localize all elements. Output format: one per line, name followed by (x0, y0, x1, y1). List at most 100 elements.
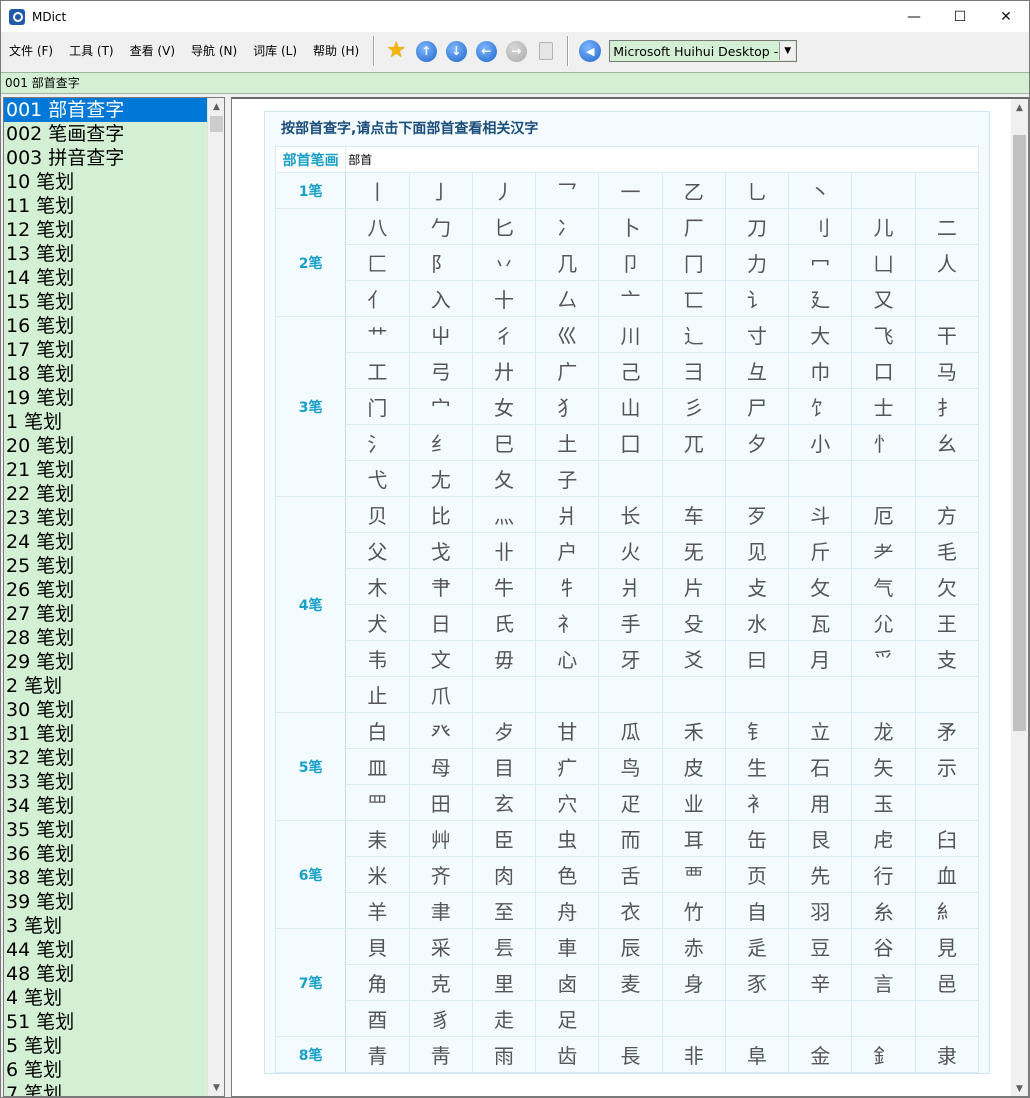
radical-cell[interactable]: 卜 (598, 208, 663, 245)
list-item[interactable]: 001 部首查字 (4, 98, 224, 122)
radical-cell[interactable]: 青 (345, 1036, 410, 1073)
radical-cell[interactable]: 里 (471, 964, 537, 1001)
radical-cell[interactable]: 見 (914, 928, 980, 965)
list-item[interactable]: 002 笔画查字 (4, 122, 224, 146)
radical-cell[interactable]: 马 (914, 352, 980, 389)
minimize-button[interactable]: — (891, 1, 937, 32)
radical-cell[interactable]: 爪 (408, 676, 473, 713)
forward-button[interactable]: → (505, 40, 527, 62)
radical-cell[interactable]: 赤 (661, 928, 726, 965)
radical-cell[interactable]: 瓦 (788, 604, 853, 641)
radical-cell[interactable]: 尣 (851, 604, 916, 641)
menu-view[interactable]: 查看 (V) (122, 40, 183, 62)
radical-cell[interactable]: 生 (724, 748, 790, 785)
radical-cell[interactable]: 卤 (535, 964, 600, 1001)
radical-cell[interactable]: 廾 (471, 352, 537, 389)
content-scrollbar[interactable]: ▲ ▼ (1011, 99, 1028, 1096)
radical-cell[interactable]: 贝 (345, 496, 410, 533)
radical-cell[interactable]: 耒 (345, 820, 410, 857)
radical-cell[interactable]: 角 (345, 964, 410, 1001)
radical-cell[interactable]: 先 (788, 856, 853, 893)
radical-cell[interactable]: 貝 (345, 928, 410, 965)
clipboard-button[interactable] (535, 40, 557, 62)
radical-cell[interactable]: 癶 (408, 712, 473, 749)
list-item[interactable]: 23 笔划 (4, 506, 224, 530)
radical-cell[interactable]: 石 (788, 748, 853, 785)
scroll-up-icon[interactable]: ▲ (1011, 99, 1028, 116)
radical-cell[interactable]: 艹 (345, 316, 410, 353)
radical-cell[interactable]: 矢 (851, 748, 916, 785)
radical-cell[interactable]: 覀 (661, 856, 726, 893)
radical-cell[interactable]: 几 (535, 244, 600, 281)
list-item[interactable]: 24 笔划 (4, 530, 224, 554)
radical-cell[interactable]: 刂 (788, 208, 853, 245)
radical-cell[interactable]: 止 (345, 676, 410, 713)
word-list-scrollbar[interactable]: ▲ ▼ (207, 98, 224, 1096)
radical-cell[interactable]: 艸 (408, 820, 473, 857)
radical-cell[interactable]: 雨 (471, 1036, 537, 1073)
radical-cell[interactable]: 歺 (471, 712, 537, 749)
radical-cell[interactable]: 凵 (851, 244, 916, 281)
radical-cell[interactable]: 衣 (598, 892, 663, 929)
menu-help[interactable]: 帮助 (H) (305, 40, 367, 62)
radical-cell[interactable]: 寸 (724, 316, 790, 353)
list-item[interactable]: 36 笔划 (4, 842, 224, 866)
radical-cell[interactable]: 臼 (914, 820, 980, 857)
radical-cell[interactable]: 克 (408, 964, 473, 1001)
list-item[interactable]: 20 笔划 (4, 434, 224, 458)
radical-cell[interactable]: 宀 (408, 388, 473, 425)
radical-cell[interactable]: 舟 (535, 892, 600, 929)
radical-cell[interactable]: 身 (661, 964, 726, 1001)
radical-cell[interactable]: 穴 (535, 784, 600, 821)
radical-cell[interactable]: 儿 (851, 208, 916, 245)
list-item[interactable]: 16 笔划 (4, 314, 224, 338)
radical-cell[interactable]: 用 (788, 784, 853, 821)
radical-cell[interactable]: 刀 (724, 208, 790, 245)
word-list[interactable]: 001 部首查字 002 笔画查字 003 拼音查字 10 笔划 11 笔划 12 笔划 1… (3, 97, 225, 1097)
radical-cell[interactable]: 干 (914, 316, 980, 353)
radical-cell[interactable]: 斗 (788, 496, 853, 533)
radical-cell[interactable]: 自 (724, 892, 790, 929)
close-button[interactable]: ✕ (983, 1, 1029, 32)
down-button[interactable]: ↓ (445, 40, 467, 62)
radical-cell[interactable]: 川 (598, 316, 663, 353)
radical-cell[interactable]: 瓜 (598, 712, 663, 749)
radical-cell[interactable]: 虍 (851, 820, 916, 857)
radical-cell[interactable]: 亠 (598, 280, 663, 317)
radical-cell[interactable]: 讠 (724, 280, 790, 317)
radical-cell[interactable]: 羊 (345, 892, 410, 929)
radical-cell[interactable]: 靑 (408, 1036, 473, 1073)
radical-cell[interactable]: 至 (471, 892, 537, 929)
list-item[interactable]: 22 笔划 (4, 482, 224, 506)
radical-cell[interactable]: 廴 (788, 280, 853, 317)
radical-cell[interactable]: 山 (598, 388, 663, 425)
radical-cell[interactable]: 舌 (598, 856, 663, 893)
radical-cell[interactable]: 丿 (471, 172, 537, 209)
radical-cell[interactable]: 爿 (598, 568, 663, 605)
radical-cell[interactable]: 缶 (724, 820, 790, 857)
radical-cell[interactable]: 厶 (535, 280, 600, 317)
radical-cell[interactable]: 镸 (471, 928, 537, 965)
list-item[interactable]: 003 拼音查字 (4, 146, 224, 170)
radical-cell[interactable]: 片 (661, 568, 726, 605)
radical-cell[interactable]: 冖 (788, 244, 853, 281)
up-button[interactable]: ↑ (415, 40, 437, 62)
radical-cell[interactable]: 非 (661, 1036, 726, 1073)
list-item[interactable]: 27 笔划 (4, 602, 224, 626)
radical-cell[interactable]: 方 (914, 496, 980, 533)
radical-cell[interactable]: 卝 (471, 532, 537, 569)
radical-cell[interactable]: 彑 (724, 352, 790, 389)
radical-cell[interactable]: 一 (598, 172, 663, 209)
list-item[interactable]: 21 笔划 (4, 458, 224, 482)
radical-cell[interactable]: 又 (851, 280, 916, 317)
radical-cell[interactable]: 木 (345, 568, 410, 605)
radical-cell[interactable]: 八 (345, 208, 410, 245)
radical-cell[interactable]: 乙 (661, 172, 726, 209)
radical-cell[interactable]: 丨 (345, 172, 410, 209)
chevron-down-icon[interactable]: ▼ (779, 42, 796, 60)
scrollbar-thumb[interactable] (1013, 135, 1026, 731)
radical-cell[interactable]: 冫 (535, 208, 600, 245)
radical-cell[interactable]: 血 (914, 856, 980, 893)
radical-cell[interactable]: 聿 (408, 892, 473, 929)
radical-cell[interactable]: 豸 (408, 1000, 473, 1037)
